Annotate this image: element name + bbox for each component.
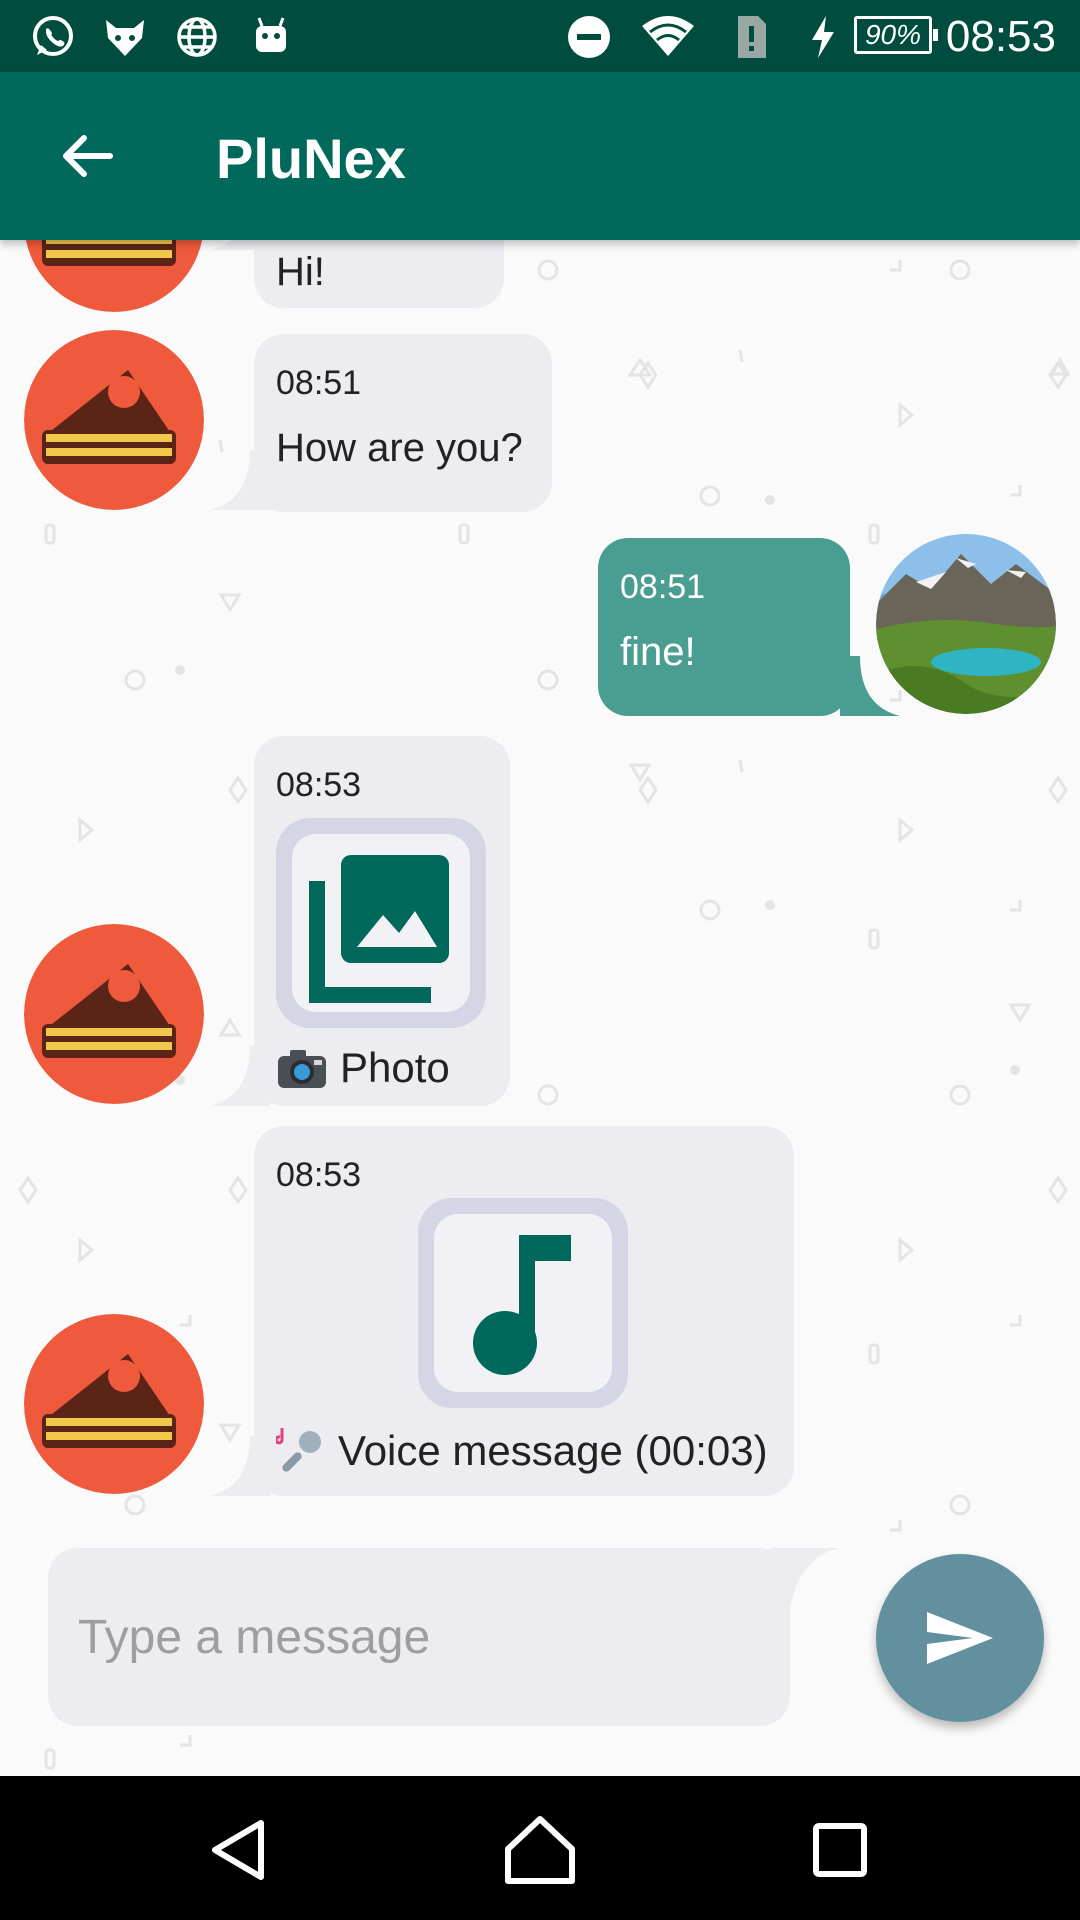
attachment-caption: Photo bbox=[276, 1044, 450, 1092]
back-button[interactable] bbox=[44, 114, 128, 198]
status-bar: 90% 08:53 bbox=[0, 0, 1080, 72]
contact-avatar[interactable] bbox=[24, 1314, 204, 1494]
send-icon bbox=[927, 1612, 993, 1664]
attachment-caption: Voice message (00:03) bbox=[276, 1426, 768, 1476]
globe-icon bbox=[174, 14, 220, 60]
message-bubble-incoming[interactable]: 08:51 How are you? bbox=[254, 334, 552, 512]
message-time: 08:51 bbox=[276, 364, 362, 402]
photo-icon bbox=[309, 855, 449, 1003]
status-time: 08:53 bbox=[945, 12, 1056, 61]
do-not-disturb-icon bbox=[566, 14, 612, 60]
message-time: 08:51 bbox=[620, 568, 706, 606]
bubble-tail bbox=[836, 240, 896, 300]
camera-emoji bbox=[278, 1050, 326, 1088]
arrow-back-icon bbox=[63, 135, 113, 177]
back-triangle-icon bbox=[212, 1820, 264, 1880]
cake-avatar-icon bbox=[24, 924, 204, 1104]
contact-avatar[interactable] bbox=[24, 330, 204, 510]
contact-avatar[interactable] bbox=[24, 924, 204, 1104]
battery-level: 90% bbox=[854, 16, 938, 54]
app-bar: PluNex bbox=[0, 72, 1080, 240]
message-time: 08:53 bbox=[276, 1156, 362, 1194]
nav-recents-button[interactable] bbox=[790, 1800, 890, 1900]
send-button[interactable] bbox=[876, 1554, 1044, 1722]
fox-icon bbox=[102, 14, 148, 60]
landscape-avatar-image bbox=[876, 534, 1056, 714]
navigation-bar bbox=[0, 1776, 1080, 1920]
user-avatar[interactable] bbox=[876, 534, 1056, 714]
android-icon bbox=[248, 14, 294, 60]
message-composer bbox=[48, 1548, 790, 1726]
home-icon bbox=[505, 1816, 575, 1884]
message-text: Hi! bbox=[276, 250, 325, 294]
photo-attachment[interactable] bbox=[276, 818, 486, 1028]
message-input[interactable] bbox=[78, 1548, 738, 1726]
voice-attachment[interactable] bbox=[418, 1198, 628, 1408]
recents-icon bbox=[813, 1823, 867, 1877]
caption-text: Voice message (00:03) bbox=[338, 1427, 768, 1474]
composer-tail bbox=[770, 1548, 840, 1608]
whatsapp-icon bbox=[30, 14, 76, 60]
charging-icon bbox=[806, 14, 840, 60]
caption-text: Photo bbox=[340, 1044, 450, 1091]
message-time: 08:53 bbox=[276, 766, 362, 804]
message-text: How are you? bbox=[276, 426, 523, 470]
music-note-icon bbox=[473, 1235, 571, 1375]
message-bubble-incoming[interactable]: Hi! bbox=[254, 240, 504, 308]
page-title: PluNex bbox=[216, 127, 406, 190]
sim-alert-icon bbox=[728, 14, 774, 60]
wifi-icon bbox=[640, 14, 696, 60]
message-bubble-incoming[interactable]: 08:53 Voice message (00:03) bbox=[254, 1126, 794, 1496]
cake-avatar-icon bbox=[24, 1314, 204, 1494]
nav-home-button[interactable] bbox=[490, 1800, 590, 1900]
microphone-emoji bbox=[276, 1428, 321, 1472]
message-text: fine! bbox=[620, 630, 696, 674]
nav-back-button[interactable] bbox=[190, 1800, 290, 1900]
message-list[interactable]: Hi! 08:51 How are you? 08:51 fine! 08:53… bbox=[0, 240, 1080, 1776]
message-bubble-outgoing[interactable]: 08:51 fine! bbox=[598, 538, 850, 716]
message-bubble-incoming[interactable]: 08:53 Photo bbox=[254, 736, 510, 1106]
cake-avatar-icon bbox=[24, 330, 204, 510]
